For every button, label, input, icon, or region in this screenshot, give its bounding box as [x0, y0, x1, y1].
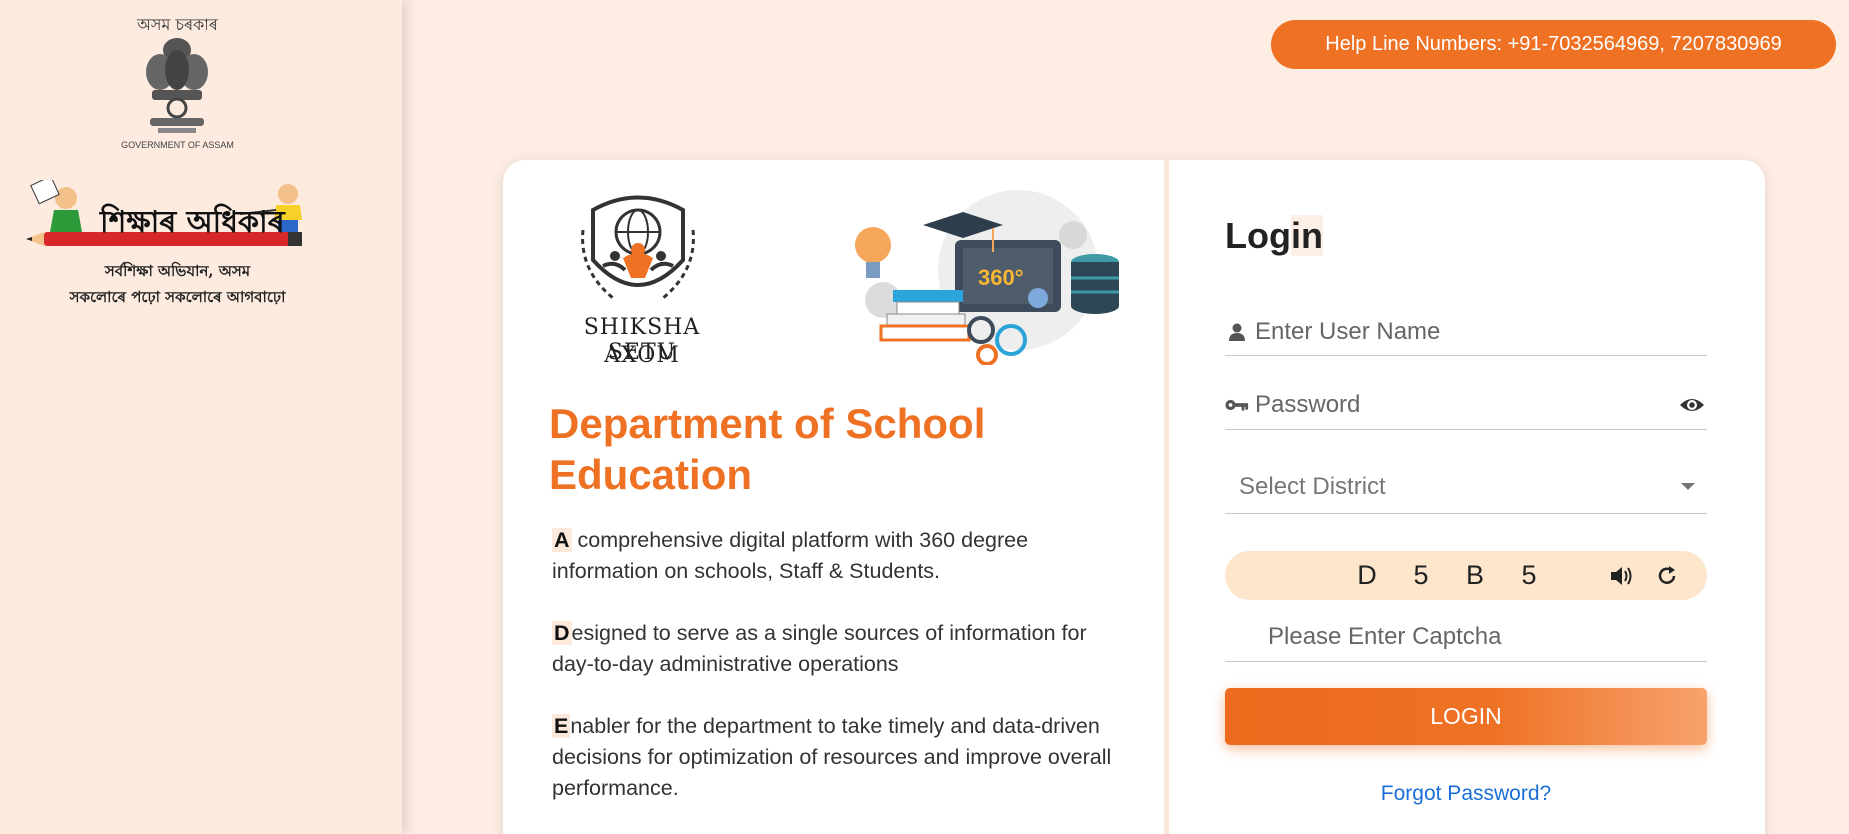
brand-region: AXOM [604, 343, 680, 368]
password-input[interactable] [1255, 390, 1677, 419]
paragraph-text: nabler for the department to take timely… [552, 714, 1112, 800]
department-title: Department of School Education [549, 400, 986, 498]
captcha-char: D [1357, 560, 1377, 590]
captcha-char: 5 [1521, 560, 1537, 590]
forgot-password-link[interactable]: Forgot Password? [1225, 782, 1707, 806]
paragraph-initial: D [552, 621, 572, 645]
helpline-badge: Help Line Numbers: +91-7032564969, 72078… [1271, 20, 1836, 69]
captcha-input[interactable] [1225, 622, 1707, 651]
key-icon [1225, 393, 1249, 417]
education-illustration-icon: 360° [855, 190, 1119, 365]
refresh-icon[interactable] [1654, 563, 1680, 589]
captcha-char: 5 [1413, 560, 1429, 590]
paragraph-initial: A [552, 528, 572, 552]
sa-motto: সকলোৰে পঢ়ো সকলোৰে আগবাঢ়ো [69, 288, 286, 306]
info-paragraph: Enabler for the department to take timel… [552, 711, 1112, 804]
state-emblem-icon [146, 38, 208, 133]
paragraph-text: comprehensive digital platform with 360 … [552, 528, 1029, 583]
illustration-badge: 360° [978, 265, 1024, 290]
sidebar: অসম চৰকাৰ GOVERNMENT OF ASSAM শিক্ষাৰ অধ… [0, 0, 402, 834]
district-select-value: Select District [1239, 472, 1386, 500]
captcha-char: B [1465, 560, 1484, 590]
login-title-end: in [1290, 215, 1323, 256]
caret-down-icon [1681, 483, 1695, 490]
captcha-field [1225, 612, 1707, 662]
username-field [1225, 308, 1707, 356]
shiksha-setu-logo-icon [581, 195, 695, 300]
sa-tagline: সৰ্বশিক্ষা অভিযান, অসম [104, 262, 251, 280]
login-card: SHIKSHA SETU AXOM 360° Department of Sch… [503, 160, 1765, 834]
eye-icon[interactable] [1677, 393, 1707, 417]
captcha-code: D 5 B 5 [1353, 560, 1543, 591]
login-title: Login [1225, 215, 1323, 257]
district-select[interactable]: Select District [1225, 460, 1707, 514]
speaker-icon[interactable] [1608, 563, 1634, 589]
gov-caption: GOVERNMENT OF ASSAM [121, 140, 234, 150]
info-paragraph: Designed to serve as a single sources of… [552, 618, 1112, 680]
captcha-box: D 5 B 5 [1225, 551, 1707, 600]
info-paragraph: A comprehensive digital platform with 36… [552, 525, 1112, 587]
paragraph-initial: E [552, 714, 571, 738]
username-input[interactable] [1255, 317, 1707, 346]
user-icon [1225, 320, 1249, 344]
card-divider [1164, 160, 1169, 834]
paragraph-text: esigned to serve as a single sources of … [552, 621, 1087, 676]
password-field [1225, 380, 1707, 430]
login-title-start: Log [1225, 215, 1291, 256]
sa-title: শিক্ষাৰ অধিকাৰ [100, 205, 285, 240]
login-button[interactable]: LOGIN [1225, 688, 1707, 745]
